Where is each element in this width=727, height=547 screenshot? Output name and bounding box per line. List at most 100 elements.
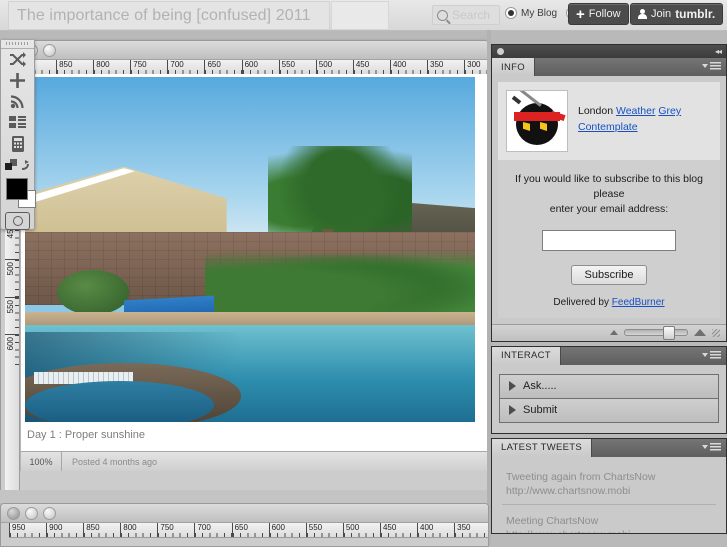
join-label: Join bbox=[651, 8, 672, 20]
tab-interact[interactable]: INTERACT bbox=[492, 346, 561, 365]
email-field[interactable] bbox=[542, 229, 676, 251]
submit-label: Submit bbox=[523, 404, 558, 417]
rss-icon[interactable] bbox=[1, 91, 34, 112]
ruler-tick-label: 750 bbox=[133, 60, 147, 69]
camera-icon[interactable] bbox=[1, 209, 34, 233]
window-zoom-button[interactable] bbox=[43, 43, 56, 57]
tumblr-brand-label: tumblr. bbox=[675, 7, 716, 21]
document-window: 9008508007507006506005505004504003503002… bbox=[0, 40, 489, 492]
ruler-tick-label: 350 bbox=[457, 523, 471, 532]
join-tumblr-button[interactable]: Join tumblr. bbox=[630, 3, 724, 25]
plus-icon[interactable] bbox=[1, 70, 34, 91]
calculator-icon[interactable] bbox=[1, 133, 34, 154]
window-2-zoom-button[interactable] bbox=[43, 506, 56, 520]
ruler-tick: 400 bbox=[417, 523, 455, 537]
hamburger-icon bbox=[710, 62, 721, 70]
ruler-tick-label: 600 bbox=[6, 336, 15, 351]
foreground-color-swatch[interactable] bbox=[6, 178, 28, 200]
ruler-tick: 850 bbox=[83, 523, 121, 537]
grid-icon[interactable] bbox=[1, 112, 34, 133]
tweet-link[interactable]: http://www.chartsnow.mobi bbox=[506, 529, 712, 532]
tweet-text: Tweeting again from ChartsNow bbox=[506, 470, 656, 483]
user-icon bbox=[638, 9, 647, 19]
ruler-tick: 300 bbox=[464, 60, 488, 74]
triangle-right-icon bbox=[509, 381, 516, 392]
radio-my-blog-label: My Blog bbox=[521, 7, 558, 19]
hamburger-icon bbox=[710, 350, 721, 359]
info-header-row: London Weather Grey Contemplate bbox=[498, 82, 720, 160]
info-palette-header[interactable]: ◂◂ bbox=[491, 44, 727, 58]
ruler-tick: 350 bbox=[454, 523, 488, 537]
info-link-london[interactable]: London bbox=[578, 105, 613, 117]
delivered-by-row: Delivered by FeedBurner bbox=[506, 297, 712, 308]
interact-tabstrip: INTERACT bbox=[491, 345, 727, 365]
list-item[interactable]: Tweeting again from ChartsNow http://www… bbox=[502, 461, 716, 505]
radio-my-blog[interactable] bbox=[505, 7, 517, 19]
ruler-tick: 550 bbox=[278, 60, 316, 74]
title-extra-box bbox=[331, 1, 389, 30]
ruler-tick-label: 450 bbox=[355, 60, 370, 69]
search-input[interactable]: Search bbox=[432, 5, 500, 25]
ruler-tick-label: 450 bbox=[382, 523, 397, 532]
follow-button[interactable]: + Follow bbox=[568, 3, 629, 25]
window-titlebar[interactable] bbox=[1, 41, 488, 60]
ruler-tick-label: 600 bbox=[271, 523, 286, 532]
collapse-icon[interactable]: ◂◂ bbox=[715, 47, 722, 56]
info-link-grey[interactable]: Grey bbox=[658, 105, 681, 117]
tumblr-topbar: The importance of being [confused] 2011 … bbox=[0, 0, 727, 31]
info-panel-body: London Weather Grey Contemplate If you w… bbox=[491, 76, 727, 342]
info-link-weather[interactable]: Weather bbox=[616, 105, 656, 117]
info-panel-menu-button[interactable] bbox=[702, 62, 721, 70]
window-2-close-button[interactable] bbox=[7, 506, 20, 520]
size-slider[interactable] bbox=[624, 326, 688, 341]
ruler-tick-label: 650 bbox=[207, 60, 221, 69]
chevron-down-icon bbox=[702, 352, 708, 357]
window-2-titlebar[interactable] bbox=[1, 504, 488, 523]
palette-drag-handle[interactable] bbox=[1, 40, 34, 49]
tab-info[interactable]: INFO bbox=[492, 58, 535, 76]
list-item[interactable]: Meeting ChartsNow http://www.chartsnow.m… bbox=[502, 505, 716, 533]
post-photo[interactable] bbox=[25, 77, 475, 422]
list-item-submit[interactable]: Submit bbox=[500, 398, 718, 422]
tweet-link[interactable]: http://www.chartsnow.mobi bbox=[506, 485, 712, 497]
chevron-down-icon bbox=[702, 444, 708, 449]
photo-bush bbox=[56, 270, 129, 316]
ask-label: Ask..... bbox=[523, 380, 557, 393]
palette-dot-icon bbox=[497, 48, 504, 55]
ruler-tick-label: 600 bbox=[244, 60, 258, 69]
ruler-tick-label: 350 bbox=[430, 60, 444, 69]
zoom-level[interactable]: 100% bbox=[21, 452, 62, 471]
shapes-icon[interactable] bbox=[1, 154, 34, 175]
desktop-background-strip bbox=[487, 30, 491, 545]
tab-latest-tweets[interactable]: LATEST TWEETS bbox=[492, 438, 592, 457]
ruler-tick-label: 750 bbox=[160, 523, 174, 532]
info-tabstrip: INFO bbox=[491, 58, 727, 76]
subscribe-text-line1: If you would like to subscribe to this b… bbox=[515, 173, 703, 201]
interact-list: Ask..... Submit bbox=[499, 373, 719, 423]
horizontal-ruler-2: 9509008508007507006506005505004504003503… bbox=[9, 523, 488, 538]
info-link-contemplate[interactable]: Contemplate bbox=[578, 121, 638, 133]
list-item-ask[interactable]: Ask..... bbox=[500, 374, 718, 399]
ruler-tick-label: 550 bbox=[6, 299, 15, 313]
slider-knob[interactable] bbox=[663, 326, 675, 341]
ruler-tick: 700 bbox=[167, 60, 205, 74]
hamburger-icon bbox=[710, 442, 721, 451]
ruler-tick-label: 900 bbox=[49, 523, 63, 532]
subscribe-button[interactable]: Subscribe bbox=[570, 264, 648, 285]
ruler-tick: 650 bbox=[204, 60, 242, 74]
resize-grip[interactable] bbox=[712, 328, 720, 337]
canvas-area[interactable]: Day 1 : Proper sunshine 100% Posted 4 mo… bbox=[20, 74, 488, 471]
triangle-right-icon bbox=[509, 405, 516, 416]
feedburner-link[interactable]: FeedBurner bbox=[612, 297, 665, 308]
ruler-tick: 850 bbox=[56, 60, 94, 74]
tweets-panel-menu-button[interactable] bbox=[702, 442, 721, 451]
post-timestamp: Posted 4 months ago bbox=[72, 456, 158, 467]
window-2-minimize-button[interactable] bbox=[25, 506, 38, 520]
interact-panel-menu-button[interactable] bbox=[702, 350, 721, 359]
delivered-prefix: Delivered by bbox=[553, 296, 609, 308]
color-swatches[interactable] bbox=[1, 175, 36, 209]
shuffle-icon[interactable] bbox=[1, 49, 34, 70]
ruler-tick: 450 bbox=[352, 60, 391, 74]
ruler-tick-label: 400 bbox=[420, 523, 434, 532]
ruler-tick: 450 bbox=[379, 523, 418, 537]
